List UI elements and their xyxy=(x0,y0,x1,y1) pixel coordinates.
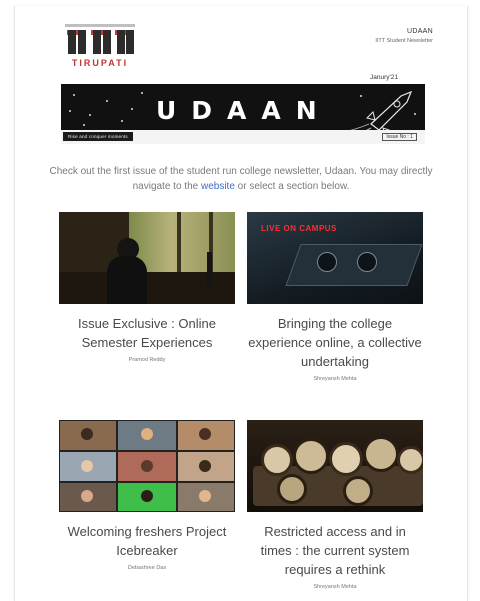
article-title[interactable]: Restricted access and in times : the cur… xyxy=(247,522,423,579)
newsletter-page: TIRUPATI UDAAN IITT Student Newsletter J… xyxy=(14,6,468,601)
website-link[interactable]: website xyxy=(201,181,235,192)
banner-title: UDAAN xyxy=(156,96,332,125)
student-at-desk-image[interactable] xyxy=(59,212,235,304)
article-card-college-online[interactable]: LIVE ON CAMPUS Bringing the college expe… xyxy=(247,212,423,382)
issue-number: Issue No : 1 xyxy=(382,133,417,141)
article-title[interactable]: Bringing the college experience online, … xyxy=(247,314,423,371)
banner-tagline: Rise and conquer moments xyxy=(63,132,133,141)
intro-text-after: or select a section below. xyxy=(234,181,350,192)
article-author: Debashree Das xyxy=(127,565,167,571)
article-card-online-semester[interactable]: Issue Exclusive : Online Semester Experi… xyxy=(59,212,235,363)
article-card-icebreaker[interactable]: Welcoming freshers Project Icebreaker De… xyxy=(59,420,235,571)
article-title[interactable]: Welcoming freshers Project Icebreaker xyxy=(59,522,235,560)
article-card-restricted-access[interactable]: Restricted access and in times : the cur… xyxy=(247,420,423,590)
article-title[interactable]: Issue Exclusive : Online Semester Experi… xyxy=(59,314,235,352)
article-author: Pramod Reddy xyxy=(128,357,166,363)
brand-name: UDAAN xyxy=(406,28,433,35)
iit-tirupati-logo: TIRUPATI xyxy=(65,24,135,74)
article-author: Shreyansh Mehta xyxy=(313,584,357,590)
newsletter-brand: UDAAN IITT Student Newsletter xyxy=(375,28,433,44)
dj-console-image[interactable]: LIVE ON CAMPUS xyxy=(247,212,423,304)
issue-date: Janury'21 xyxy=(370,74,398,81)
video-call-grid-image[interactable] xyxy=(59,420,235,512)
udaan-banner: UDAAN Rise and conquer moments Issue No … xyxy=(61,84,425,144)
brand-subtitle: IITT Student Newsletter xyxy=(375,38,433,44)
article-author: Shreyansh Mehta xyxy=(313,376,357,382)
logo-text: TIRUPATI xyxy=(71,58,129,68)
thumb-caption: LIVE ON CAMPUS xyxy=(261,224,337,233)
intro-text: Check out the first issue of the student… xyxy=(45,164,437,194)
clocks-image[interactable] xyxy=(247,420,423,512)
